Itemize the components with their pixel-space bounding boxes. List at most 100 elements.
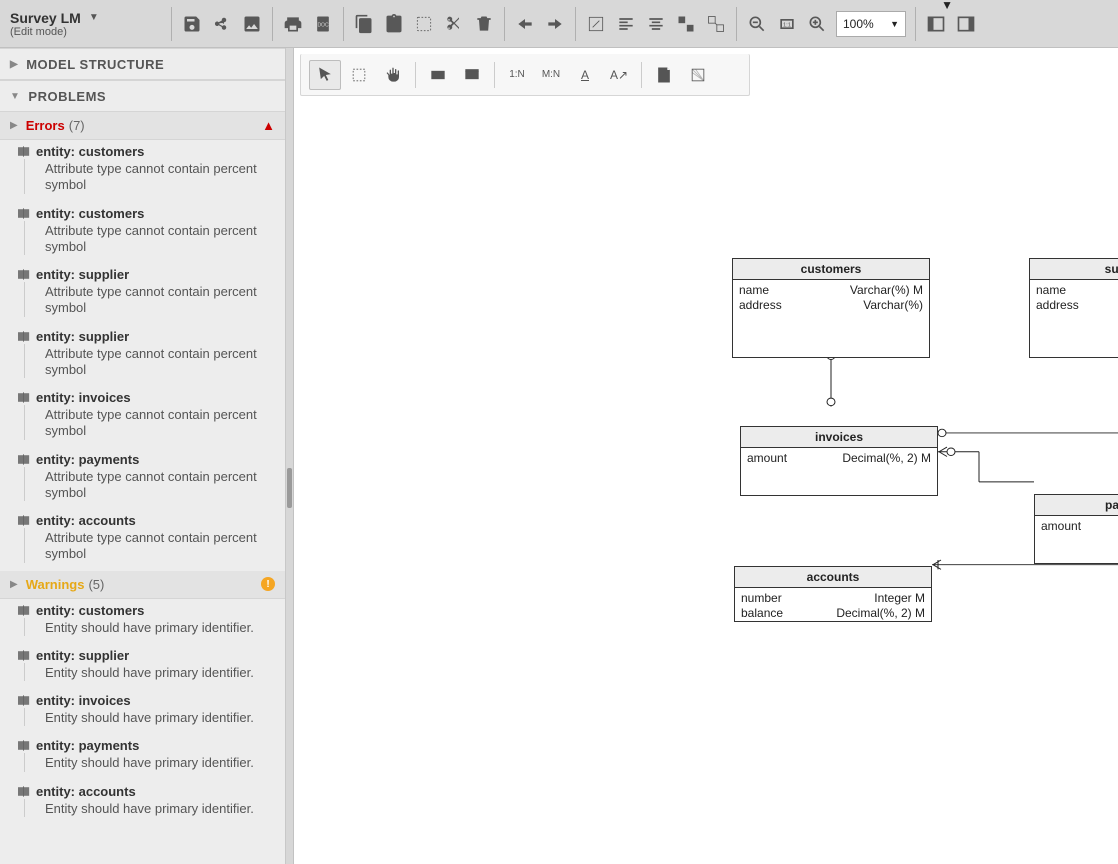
canvas-toolbar: 1:N M:N A A↗ [300,54,750,96]
attribute-row: balanceDecimal(%, 2) M [741,606,925,621]
label-a-tool-icon[interactable]: A [569,60,601,90]
entity-icon [18,208,30,219]
main-toolbar: ▼ Survey LM ▼ (Edit mode) DOC 1:1 100% ▼ [0,0,1118,48]
error-item[interactable]: entity: paymentsAttribute type cannot co… [0,448,285,510]
error-item[interactable]: entity: customersAttribute type cannot c… [0,140,285,202]
cut-icon[interactable] [439,7,469,41]
app-subtitle: (Edit mode) [10,26,166,38]
one-n-tool-icon[interactable]: 1:N [501,60,533,90]
pan-tool-icon[interactable] [377,60,409,90]
save-icon[interactable] [177,7,207,41]
attribute-type: Varchar(%) M [850,283,923,298]
grip-icon [287,468,292,508]
entity-tool-icon[interactable] [422,60,454,90]
label-a2-tool-icon[interactable]: A↗ [603,60,635,90]
warning-title: entity: invoices [36,693,131,708]
splitter[interactable] [286,48,294,864]
edit-box-icon[interactable] [581,7,611,41]
pointer-tool-icon[interactable] [309,60,341,90]
attribute-name: name [1036,283,1066,298]
error-title: entity: supplier [36,267,129,282]
caret-down-icon: ▼ [10,91,20,102]
error-message: Attribute type cannot contain percent sy… [24,344,275,379]
entity-title: accounts [735,567,931,588]
ungroup-icon[interactable] [701,7,731,41]
warning-message: Entity should have primary identifier. [24,663,275,681]
note-tool-icon[interactable] [648,60,680,90]
errors-count: (7) [69,118,85,133]
top-marker-icon: ▼ [941,0,953,12]
attribute-name: amount [1041,519,1081,534]
pattern-tool-icon[interactable] [682,60,714,90]
panel-right-icon[interactable] [951,7,981,41]
entity-supplier[interactable]: suppliernameVarchar(%) MaddressVarchar(%… [1029,258,1118,358]
error-message: Attribute type cannot contain percent sy… [24,405,275,440]
section-problems[interactable]: ▼ PROBLEMS [0,80,285,112]
warning-message: Entity should have primary identifier. [24,618,275,636]
warning-item[interactable]: entity: customersEntity should have prim… [0,599,285,644]
group-icon[interactable] [671,7,701,41]
entity2-tool-icon[interactable] [456,60,488,90]
undo-icon[interactable] [510,7,540,41]
copy-icon[interactable] [349,7,379,41]
error-item[interactable]: entity: customersAttribute type cannot c… [0,202,285,264]
zoom-fit-icon[interactable]: 1:1 [772,7,802,41]
app-title: Survey LM [10,10,81,26]
error-item[interactable]: entity: supplierAttribute type cannot co… [0,325,285,387]
errors-header[interactable]: ▶ Errors (7) ▲ [0,112,285,140]
redo-icon[interactable] [540,7,570,41]
zoom-select[interactable]: 100% ▼ [836,11,906,37]
zoom-in-icon[interactable] [802,7,832,41]
warning-item[interactable]: entity: accountsEntity should have prima… [0,780,285,825]
separator [641,62,642,88]
connectors [294,96,1118,864]
canvas-area[interactable]: 1:N M:N A A↗ [294,48,1118,864]
entity-body: nameVarchar(%) MaddressVarchar(%) [733,280,929,316]
marquee-tool-icon[interactable] [343,60,375,90]
warning-item[interactable]: entity: paymentsEntity should have prima… [0,734,285,779]
warnings-header[interactable]: ▶ Warnings (5) ! [0,571,285,599]
entity-customers[interactable]: customersnameVarchar(%) MaddressVarchar(… [732,258,930,358]
er-canvas[interactable]: customersnameVarchar(%) MaddressVarchar(… [294,96,1118,864]
error-title: entity: accounts [36,513,136,528]
share-icon[interactable] [207,7,237,41]
entity-body: amountDecimal(%, 2) M [1035,516,1118,537]
zoom-out-icon[interactable] [742,7,772,41]
error-item[interactable]: entity: invoicesAttribute type cannot co… [0,386,285,448]
error-message: Attribute type cannot contain percent sy… [24,221,275,256]
chevron-down-icon[interactable]: ▼ [89,12,99,23]
entity-payments[interactable]: paymentsamountDecimal(%, 2) M [1034,494,1118,564]
section-model-structure[interactable]: ▶ MODEL STRUCTURE [0,48,285,80]
error-item[interactable]: entity: supplierAttribute type cannot co… [0,263,285,325]
error-item[interactable]: entity: accountsAttribute type cannot co… [0,509,285,571]
align-center-icon[interactable] [641,7,671,41]
entity-title: invoices [741,427,937,448]
chevron-down-icon: ▼ [890,19,899,29]
trash-icon[interactable] [469,7,499,41]
paste-special-icon[interactable] [409,7,439,41]
entity-icon [18,695,30,706]
image-icon[interactable] [237,7,267,41]
entity-icon [18,146,30,157]
paste-icon[interactable] [379,7,409,41]
attribute-name: number [741,591,782,606]
attribute-row: numberInteger M [741,591,925,606]
entity-invoices[interactable]: invoicesamountDecimal(%, 2) M [740,426,938,496]
separator [575,7,576,41]
error-message: Attribute type cannot contain percent sy… [24,528,275,563]
title-block[interactable]: Survey LM ▼ (Edit mode) [6,4,166,44]
m-n-tool-icon[interactable]: M:N [535,60,567,90]
entity-accounts[interactable]: accounts numberInteger MbalanceDecimal(%,… [734,566,932,622]
separator [504,7,505,41]
warning-item[interactable]: entity: invoicesEntity should have prima… [0,689,285,734]
print-icon[interactable] [278,7,308,41]
doc-icon[interactable]: DOC [308,7,338,41]
warnings-label: Warnings [26,577,85,592]
warning-title: entity: payments [36,738,139,753]
warning-item[interactable]: entity: supplierEntity should have prima… [0,644,285,689]
warning-title: entity: supplier [36,648,129,663]
error-title: entity: supplier [36,329,129,344]
align-left-icon[interactable] [611,7,641,41]
warnings-count: (5) [88,577,104,592]
attribute-row: nameVarchar(%) M [1036,283,1118,298]
